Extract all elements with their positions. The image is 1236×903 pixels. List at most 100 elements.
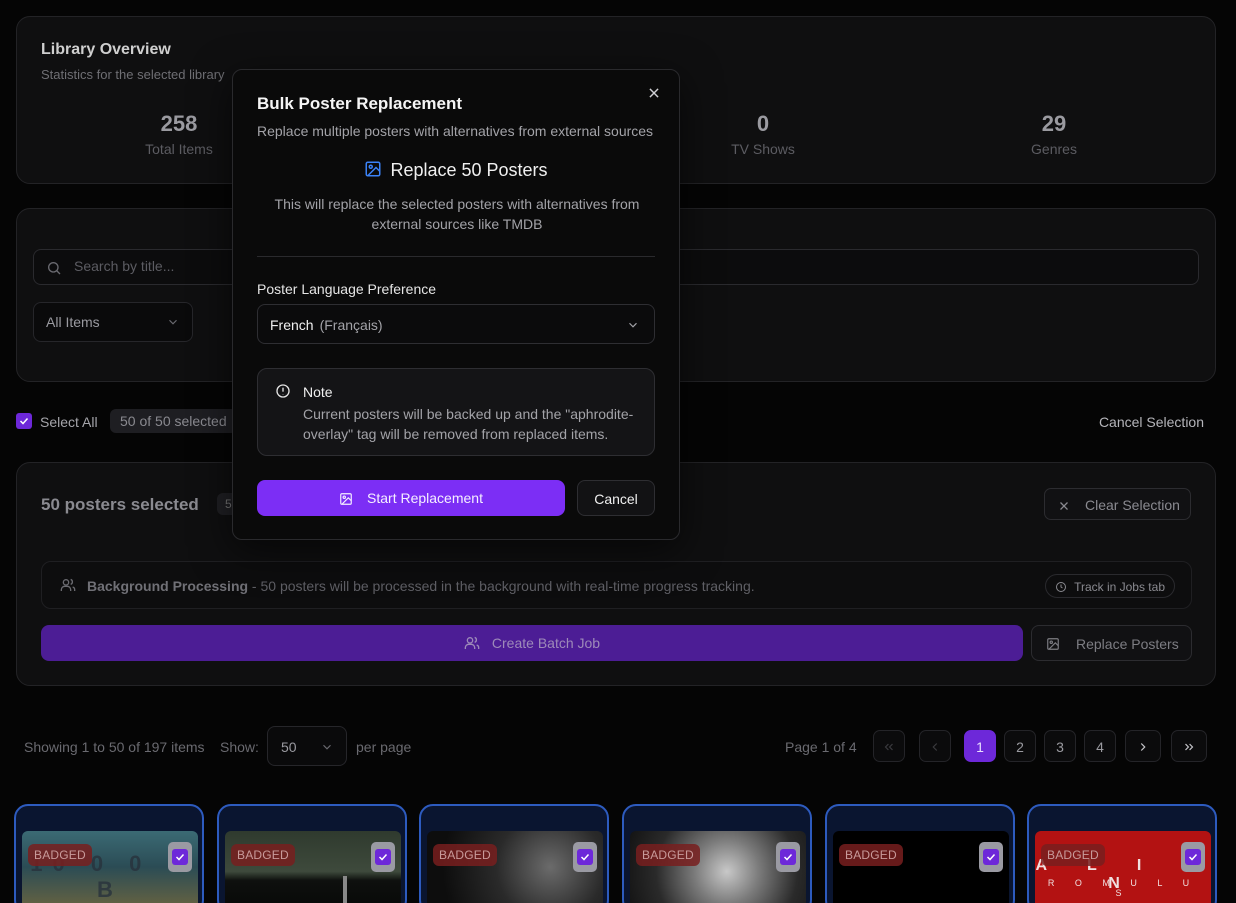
replace-count-text: Replace 50 Posters [390,160,548,180]
stat-label: Genres [1031,141,1077,157]
stat-value: 0 [756,111,770,136]
image-icon [339,492,353,509]
language-preference-label: Poster Language Preference [257,281,437,297]
language-value: French [270,317,314,333]
background-processing-title: Background Processing [87,578,249,594]
stat-genres: 29 Genres [974,111,1134,157]
select-all-checkbox[interactable] [16,413,32,429]
first-page-button[interactable] [873,730,905,762]
prev-page-button[interactable] [919,730,951,762]
clock-icon [1055,581,1067,596]
pagination-row: Showing 1 to 50 of 197 items Show: 50 pe… [0,726,1236,766]
replace-description: This will replace the selected posters w… [274,196,640,232]
selection-title: 50 posters selected [41,495,199,514]
poster-card[interactable]: BADGED [825,804,1015,903]
note-title: Note [303,384,333,400]
poster-checkbox[interactable] [168,842,192,872]
poster-card[interactable]: BADGED [217,804,407,903]
badged-tag: BADGED [433,844,497,866]
create-batch-job-button[interactable]: Create Batch Job [41,625,1023,661]
bulk-replacement-dialog: Bulk Poster Replacement Replace multiple… [232,69,680,540]
users-icon [60,577,76,598]
item-type-select[interactable]: All Items [33,302,193,342]
cancel-selection-button[interactable]: Cancel Selection [1099,414,1204,430]
poster-checkbox[interactable] [776,842,800,872]
create-batch-job-label: Create Batch Job [491,635,601,651]
poster-card[interactable]: A L I E N R O M U L U S BADGED [1027,804,1217,903]
chevron-left-icon [932,743,938,751]
badged-tag: BADGED [839,844,903,866]
chevron-down-icon [626,318,640,335]
close-icon [649,88,659,98]
stat-tv-shows: 0 TV Shows [683,111,843,157]
check-icon [1188,853,1198,861]
stat-label: TV Shows [731,141,795,157]
poster-checkbox[interactable] [371,842,395,872]
badged-tag: BADGED [28,844,92,866]
background-processing-text: Background Processing - 50 posters will … [87,578,755,594]
chevron-right-icon [1140,743,1146,751]
track-jobs-label: Track in Jobs tab [1074,580,1165,594]
badged-tag: BADGED [231,844,295,866]
alert-circle-icon [275,383,291,404]
check-icon [580,853,590,861]
last-page-button[interactable] [1171,730,1207,762]
per-page-label: per page [356,739,412,755]
poster-checkbox[interactable] [1181,842,1205,872]
selected-count-badge: 50 of 50 selected [110,409,237,433]
page-info: Page 1 of 4 [785,739,857,755]
badged-tag: BADGED [1041,844,1105,866]
background-processing-desc: - 50 posters will be processed in the ba… [248,578,755,594]
clear-selection-label: Clear Selection [1085,497,1180,513]
background-processing-info: Background Processing - 50 posters will … [41,561,1192,609]
poster-card[interactable]: 10 0 0 0 B BADGED [14,804,204,903]
badged-tag: BADGED [636,844,700,866]
cancel-button[interactable]: Cancel [577,480,655,516]
item-type-value: All Items [46,314,100,330]
overview-subtitle: Statistics for the selected library [41,67,225,82]
track-jobs-badge[interactable]: Track in Jobs tab [1045,574,1175,598]
start-replacement-label: Start Replacement [367,490,483,506]
dialog-description: Replace multiple posters with alternativ… [257,123,654,139]
poster-checkbox[interactable] [573,842,597,872]
note-alert: Note Current posters will be backed up a… [257,368,655,456]
per-page-select[interactable]: 50 [267,726,347,766]
dialog-title: Bulk Poster Replacement [257,94,463,113]
poster-card[interactable]: BADGED [622,804,812,903]
check-icon [783,853,793,861]
page-button-4[interactable]: 4 [1084,730,1116,762]
page-button-1[interactable]: 1 [964,730,996,762]
replace-posters-button[interactable]: Replace Posters [1031,625,1192,661]
poster-card[interactable]: BADGED [419,804,609,903]
showing-items-text: Showing 1 to 50 of 197 items [24,739,205,755]
language-select[interactable]: French (Français) [257,304,655,344]
clear-selection-button[interactable]: Clear Selection [1044,488,1191,520]
users-icon [464,635,480,654]
select-all-label[interactable]: Select All [40,414,98,430]
image-icon [364,160,382,183]
next-page-button[interactable] [1125,730,1161,762]
per-page-value: 50 [281,739,297,755]
chevrons-left-icon [884,743,893,751]
divider [257,256,655,257]
image-icon [1046,637,1060,654]
show-label: Show: [220,739,259,755]
chevron-down-icon [166,315,180,332]
overview-title: Library Overview [41,41,171,58]
stat-value: 29 [1041,111,1067,136]
poster-checkbox[interactable] [979,842,1003,872]
page-button-3[interactable]: 3 [1044,730,1076,762]
close-dialog-button[interactable] [647,86,663,102]
check-icon [378,853,388,861]
close-icon [1058,499,1070,515]
poster-subtitle-text: R O M U L U S [1047,878,1199,898]
start-replacement-button[interactable]: Start Replacement [257,480,565,516]
page-button-2[interactable]: 2 [1004,730,1036,762]
note-text: Current posters will be backed up and th… [303,406,634,442]
search-icon [46,260,62,281]
chevron-down-icon [320,740,334,757]
check-icon [986,853,996,861]
replace-posters-label: Replace Posters [1076,636,1179,652]
language-native-name: (Français) [319,317,383,333]
replace-count-heading: Replace 50 Posters [233,160,679,183]
